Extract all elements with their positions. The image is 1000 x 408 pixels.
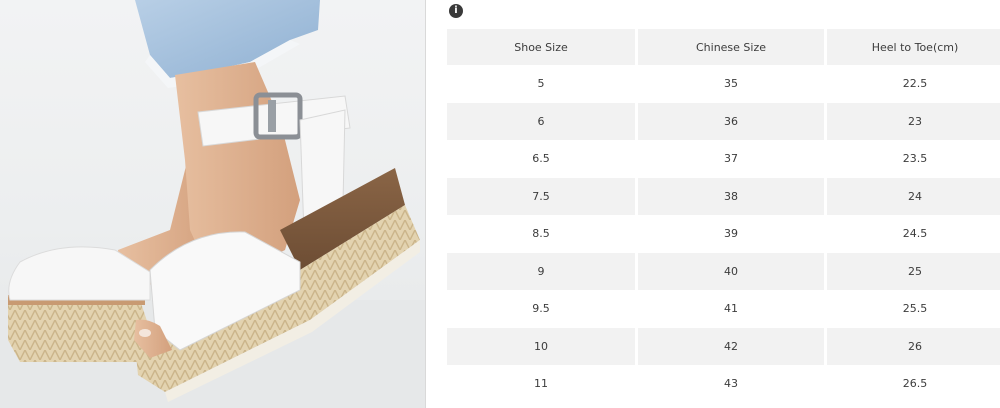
- shoe-size-cell: 9: [447, 252, 635, 290]
- size-chart-table: Shoe Size Chinese Size Heel to Toe(cm) 5…: [444, 29, 1000, 403]
- heel-to-toe-cell: 23: [827, 102, 1000, 140]
- table-row: 6 36 23: [447, 102, 1000, 140]
- heel-to-toe-cell: 26.5: [827, 365, 1000, 403]
- table-row: 6.5 37 23.5: [447, 140, 1000, 178]
- table-row: 11 43 26.5: [447, 365, 1000, 403]
- heel-to-toe-cell: 22.5: [827, 65, 1000, 103]
- heel-to-toe-cell: 24.5: [827, 215, 1000, 253]
- chinese-size-cell: 35: [638, 65, 824, 103]
- shoe-size-cell: 5: [447, 65, 635, 103]
- product-size-chart-page: i Shoe Size Chinese Size Heel to Toe(cm)…: [0, 0, 1000, 408]
- column-divider: [425, 0, 426, 408]
- size-chart-header-row: Shoe Size Chinese Size Heel to Toe(cm): [447, 29, 1000, 65]
- column-header-shoe-size: Shoe Size: [447, 29, 635, 65]
- chinese-size-cell: 42: [638, 327, 824, 365]
- heel-to-toe-cell: 24: [827, 177, 1000, 215]
- shoe-size-cell: 10: [447, 327, 635, 365]
- chinese-size-cell: 43: [638, 365, 824, 403]
- table-row: 9.5 41 25.5: [447, 290, 1000, 328]
- heel-to-toe-cell: 26: [827, 327, 1000, 365]
- column-header-heel-to-toe: Heel to Toe(cm): [827, 29, 1000, 65]
- shoe-size-cell: 6: [447, 102, 635, 140]
- heel-to-toe-cell: 23.5: [827, 140, 1000, 178]
- heel-to-toe-cell: 25: [827, 252, 1000, 290]
- shoe-size-cell: 9.5: [447, 290, 635, 328]
- shoe-size-cell: 8.5: [447, 215, 635, 253]
- shoe-size-cell: 6.5: [447, 140, 635, 178]
- sandal-illustration: [0, 0, 425, 408]
- table-row: 10 42 26: [447, 327, 1000, 365]
- product-photo: [0, 0, 425, 408]
- chinese-size-cell: 40: [638, 252, 824, 290]
- table-row: 9 40 25: [447, 252, 1000, 290]
- chinese-size-cell: 38: [638, 177, 824, 215]
- chinese-size-cell: 39: [638, 215, 824, 253]
- info-icon: i: [449, 4, 463, 18]
- column-header-chinese-size: Chinese Size: [638, 29, 824, 65]
- table-row: 5 35 22.5: [447, 65, 1000, 103]
- shoe-size-cell: 11: [447, 365, 635, 403]
- chinese-size-cell: 37: [638, 140, 824, 178]
- table-row: 7.5 38 24: [447, 177, 1000, 215]
- chinese-size-cell: 41: [638, 290, 824, 328]
- shoe-size-cell: 7.5: [447, 177, 635, 215]
- heel-to-toe-cell: 25.5: [827, 290, 1000, 328]
- chinese-size-cell: 36: [638, 102, 824, 140]
- table-row: 8.5 39 24.5: [447, 215, 1000, 253]
